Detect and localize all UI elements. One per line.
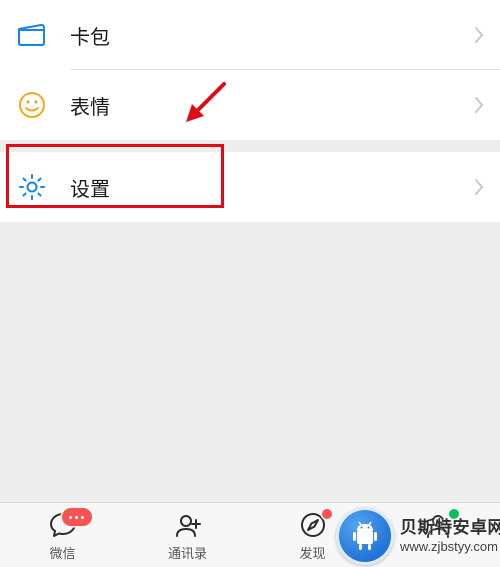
- section-gap: [0, 140, 500, 152]
- watermark-url: www.zjbstyy.com: [400, 539, 500, 555]
- smile-icon: [16, 89, 48, 121]
- chevron-right-icon: [474, 96, 484, 114]
- tab-chats[interactable]: 微信: [0, 511, 125, 562]
- wallet-label: 卡包: [70, 21, 474, 50]
- chevron-right-icon: [474, 178, 484, 196]
- background-area: [0, 222, 500, 512]
- watermark: 贝斯特安卓网 www.zjbstyy.com: [336, 507, 500, 565]
- menu-item-stickers[interactable]: 表情: [0, 70, 500, 140]
- discover-dot-badge: [322, 509, 332, 519]
- watermark-title: 贝斯特安卓网: [400, 517, 500, 538]
- settings-label: 设置: [70, 173, 474, 202]
- wallet-icon: [16, 19, 48, 51]
- tab-contacts-label: 通讯录: [168, 543, 207, 562]
- stickers-label: 表情: [70, 91, 474, 120]
- chevron-right-icon: [474, 26, 484, 44]
- android-logo-icon: [336, 507, 394, 565]
- tab-discover-label: 发现: [299, 543, 325, 562]
- menu-item-settings[interactable]: 设置: [0, 152, 500, 222]
- gear-icon: [16, 171, 48, 203]
- tab-chats-label: 微信: [49, 543, 75, 562]
- tab-contacts[interactable]: 通讯录: [125, 511, 250, 562]
- unread-badge: [62, 508, 92, 526]
- menu-item-wallet[interactable]: 卡包: [0, 0, 500, 70]
- menu-group-1: 卡包 表情: [0, 0, 500, 140]
- menu-group-2: 设置: [0, 152, 500, 222]
